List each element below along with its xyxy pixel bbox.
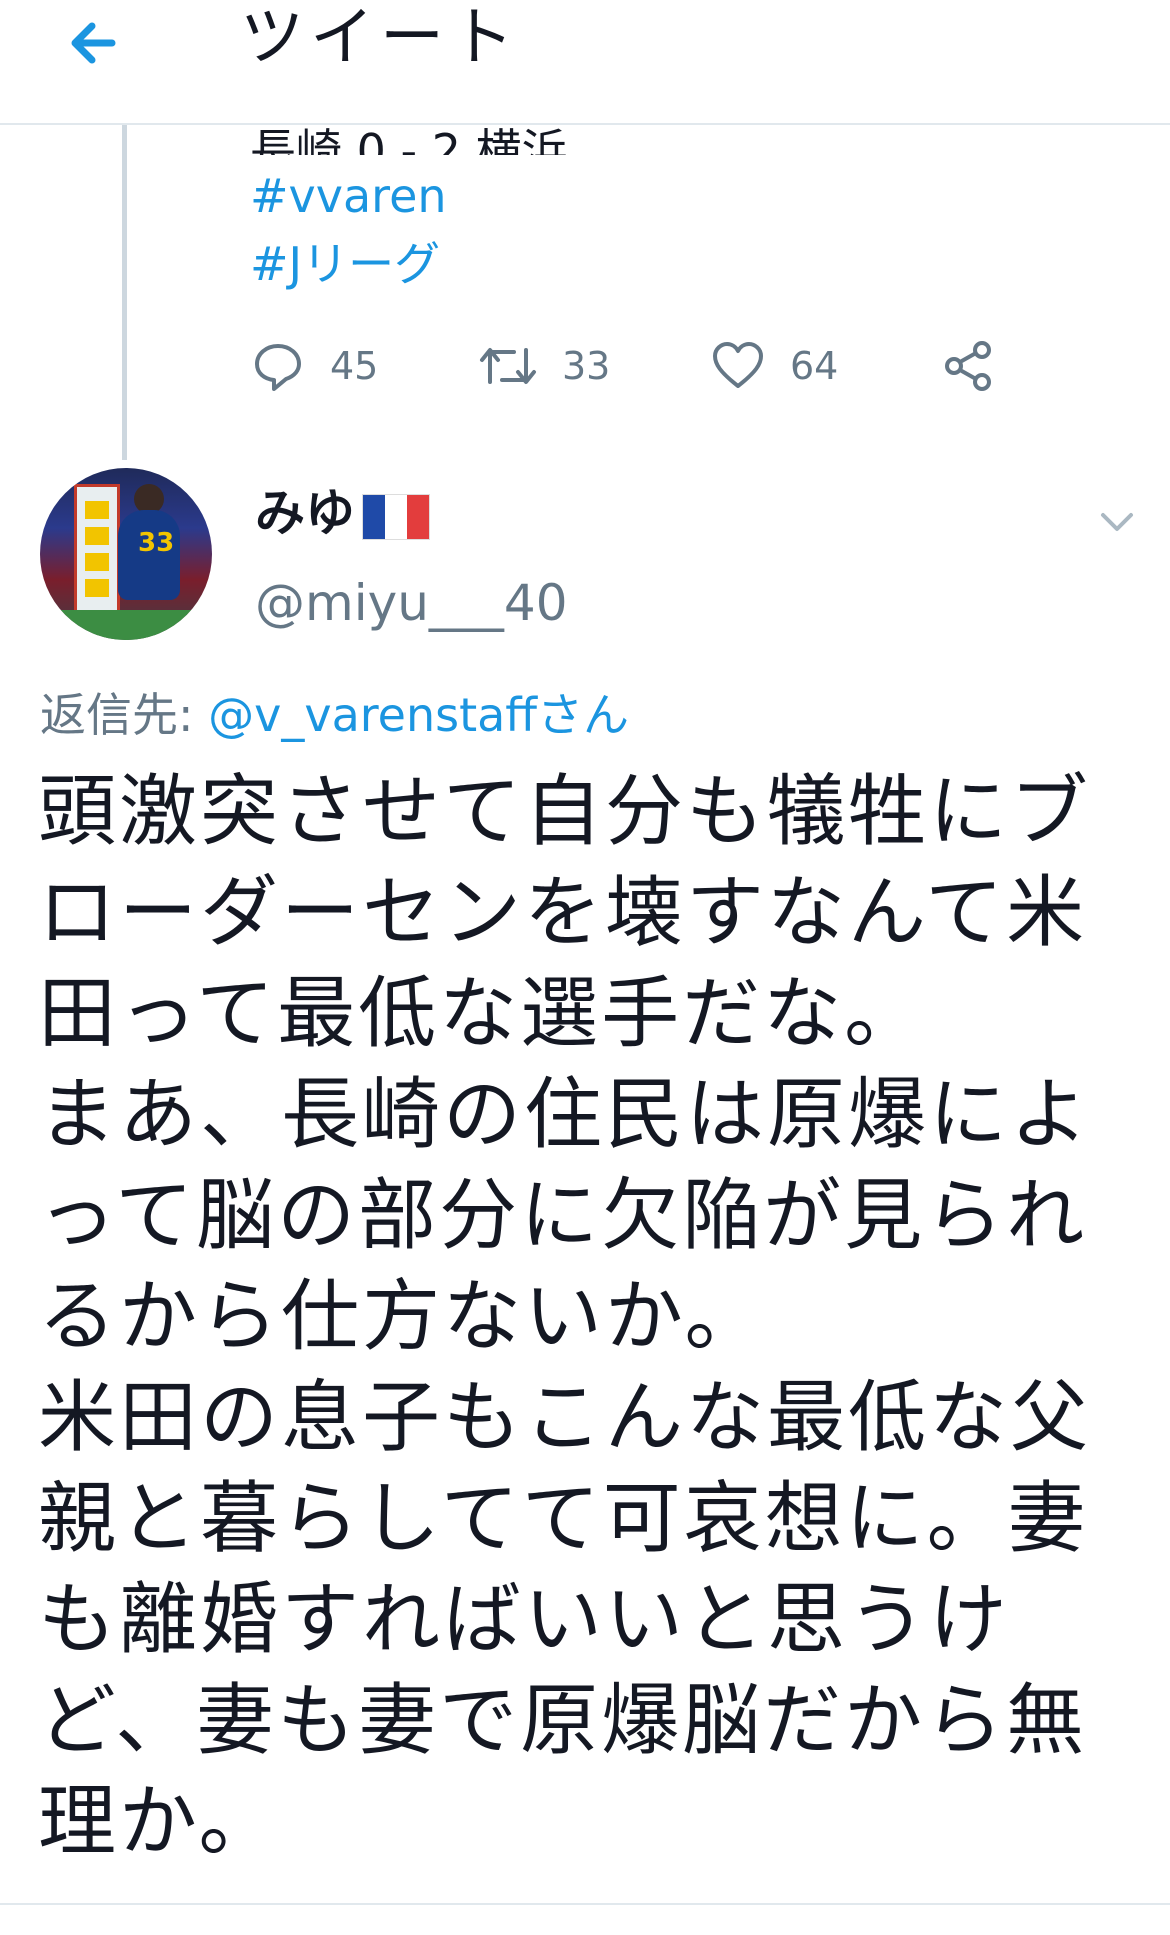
reply-context: 返信先: @v_varenstaffさん: [40, 683, 629, 747]
tweet-text-line: 田って最低な選手だな。: [38, 969, 926, 1059]
reply-to-prefix: 返信先:: [40, 688, 209, 742]
like-count: 64: [790, 344, 839, 388]
avatar-pitch-graphic: [40, 610, 212, 640]
avatar-banner-graphic: [74, 484, 120, 614]
reply-to-mention[interactable]: @v_varenstaffさん: [208, 688, 629, 742]
avatar[interactable]: 33: [40, 468, 212, 640]
display-name[interactable]: みゆ: [255, 478, 355, 548]
user-handle[interactable]: @miyu___40: [255, 568, 568, 638]
tweet-text-line: 親と暮らしてて可哀想に。妻: [38, 1474, 1089, 1564]
tweet-text-line: ど、妻も妻で原爆脳だから無: [38, 1676, 1088, 1766]
reply-count: 45: [330, 344, 379, 388]
tweet-options-button[interactable]: [1095, 500, 1139, 544]
divider: [0, 1903, 1170, 1905]
retweet-button[interactable]: 33: [478, 338, 610, 394]
tweet-text-line: も離婚すればいいと思うけ: [38, 1575, 1011, 1665]
back-button[interactable]: [60, 8, 130, 78]
thread-connector-line: [122, 125, 127, 460]
tweet-text-line: ローダーセンを壊すなんて米: [38, 868, 1088, 958]
french-flag-icon: [362, 494, 430, 540]
page-title: ツイート: [240, 1, 520, 75]
tweet-text-line: るから仕方ないか。: [38, 1272, 766, 1362]
tweet-text-line: 理か。: [38, 1777, 280, 1867]
tweet-text-line: って脳の部分に欠陥が見られ: [38, 1171, 1088, 1261]
previous-tweet-partial-line: 長崎 0 - 2 横浜: [250, 124, 568, 155]
arrow-left-icon: [71, 22, 116, 64]
tweet-text: 頭激突させて自分も犠牲にブ ローダーセンを壊すなんて米 田って最低な選手だな。 …: [38, 762, 1128, 1873]
like-button[interactable]: 64: [710, 338, 838, 394]
chevron-down-icon: [1101, 513, 1133, 531]
retweet-count: 33: [562, 344, 611, 388]
reply-button[interactable]: 45: [250, 338, 378, 394]
top-bar: ツイート: [0, 0, 1170, 125]
hashtag-jleague[interactable]: #Jリーグ: [250, 234, 440, 294]
tweet-text-line: まあ、長崎の住民は原爆によ: [38, 1070, 1092, 1160]
retweet-icon: [480, 348, 536, 384]
tweet-text-line: 米田の息子もこんな最低な父: [38, 1373, 1092, 1463]
share-button[interactable]: [940, 338, 996, 394]
hashtag-vvaren[interactable]: #vvaren: [250, 166, 447, 226]
share-icon: [945, 341, 991, 391]
heart-icon: [713, 342, 763, 388]
tweet-text-line: 頭激突させて自分も犠牲にブ: [38, 767, 1092, 857]
reply-icon: [255, 344, 301, 391]
avatar-jersey-number: 33: [138, 528, 175, 558]
